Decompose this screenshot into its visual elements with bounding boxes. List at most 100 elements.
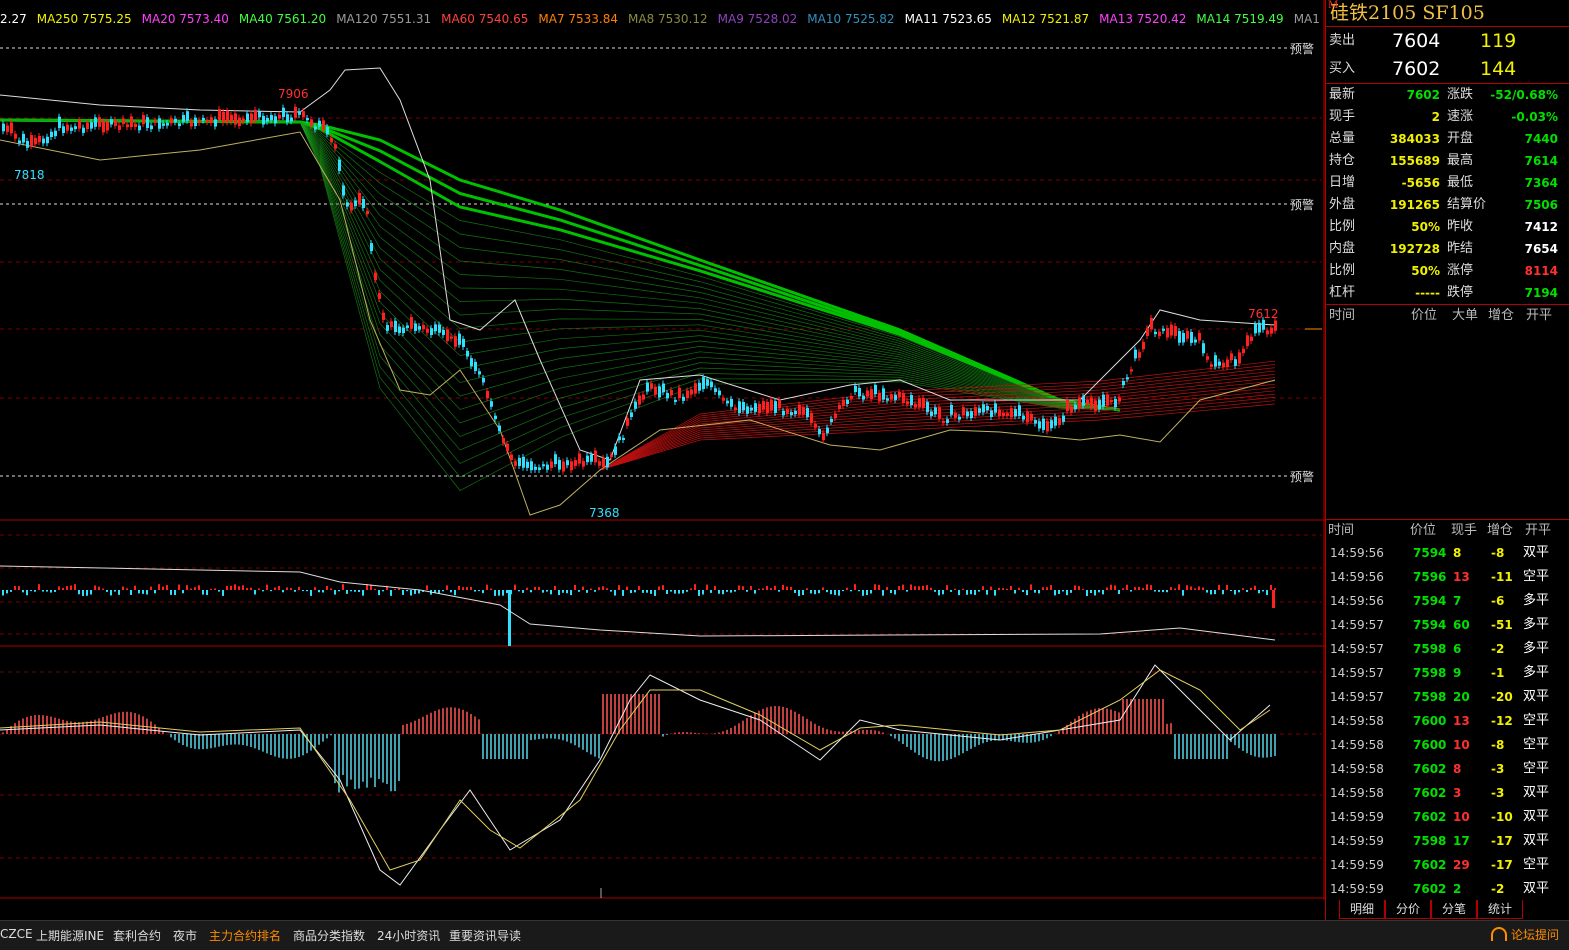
candle [970,411,973,418]
stat-right-7: 昨结7654 [1444,238,1562,260]
tick-open-close: 空平 [1523,709,1549,733]
candle [262,116,265,125]
tick-price: 7602 [1413,877,1446,901]
macd-bar [554,734,556,739]
volume-bar [770,588,772,590]
tick-row[interactable]: 14:59:5876028-3空平 [1325,757,1569,781]
candle [394,321,397,332]
candle [838,405,841,409]
candle [778,400,781,408]
macd-bar [770,706,772,734]
volume-bar [222,590,224,596]
tab-3[interactable]: 统计 [1477,900,1523,919]
tab-2[interactable]: 分笔 [1431,900,1477,919]
tick-price: 7602 [1413,757,1446,781]
macd-bar [674,733,676,734]
volume-bar [542,590,544,593]
volume-bar [1154,590,1156,591]
volume-bar [1274,588,1276,590]
macd-bar [1186,734,1188,759]
nav-item-5[interactable]: 商品分类指数 [293,927,365,944]
volume-bar [806,588,808,590]
macd-bar [1150,699,1152,734]
bid-row[interactable]: 买入 7602 144 [1326,55,1569,84]
nav-item-2[interactable]: 套利合约 [113,927,161,944]
tick-row[interactable]: 14:59:5675948-8双平 [1325,541,1569,565]
candle [726,401,729,404]
macd-bar [778,706,780,734]
candle [1202,343,1205,353]
nav-item-3[interactable]: 夜市 [173,927,197,944]
forum-ask-button[interactable]: 论坛提问 [1491,926,1559,943]
macd-bar [1086,711,1088,734]
tick-row[interactable]: 14:59:57759460-51多平 [1325,613,1569,637]
macd-bar [718,732,720,734]
tick-price: 7600 [1413,733,1446,757]
tick-open-close: 双平 [1523,877,1549,901]
macd-bar [666,734,668,735]
volume-bar [302,590,304,591]
nav-item-6[interactable]: 24小时资讯 [377,927,440,944]
ask-row[interactable]: 卖出 7604 119 [1326,27,1569,55]
macd-bar [806,719,808,734]
candle [270,115,273,120]
candle [634,402,637,409]
candle [1162,329,1165,331]
candle [774,401,777,413]
tick-price: 7598 [1413,661,1446,685]
macd-bar [890,734,892,736]
tick-row[interactable]: 14:59:59760210-10双平 [1325,805,1569,829]
tick-row[interactable]: 14:59:5775986-2多平 [1325,637,1569,661]
stat-right-1: 速涨-0.03% [1444,106,1562,128]
candle [454,336,457,346]
nav-item-1[interactable]: 上期能源INE [36,927,104,944]
volume-bar [1022,590,1024,592]
tick-list[interactable]: 14:59:5675948-8双平14:59:56759613-11空平14:5… [1325,541,1569,901]
candle [266,118,269,122]
nav-item-7[interactable]: 重要资讯导读 [449,927,521,944]
volume-bar [266,585,268,590]
candle [638,395,641,404]
candle [682,397,685,401]
candle [446,330,449,342]
macd-bar [942,734,944,761]
tick-row[interactable]: 14:59:59759817-17双平 [1325,829,1569,853]
macd-bar [654,694,656,734]
tick-row[interactable]: 14:59:58760013-12空平 [1325,709,1569,733]
candle [74,126,77,129]
macd-bar [154,724,156,734]
tick-row[interactable]: 14:59:56759613-11空平 [1325,565,1569,589]
candle [430,328,433,335]
macd-bar [318,734,320,745]
candle [390,321,393,327]
tab-1[interactable]: 分价 [1385,900,1431,919]
price-chart[interactable]: 预警预警预警79067818736876122021/01/18 [0,0,1325,900]
candle [570,461,573,470]
candle [930,411,933,416]
tick-open-close: 多平 [1523,661,1549,685]
nav-item-4[interactable]: 主力合约排名 [209,927,281,944]
volume-bar [90,590,92,595]
volume-bar [310,590,312,596]
tick-row[interactable]: 14:59:5976022-2双平 [1325,877,1569,901]
tick-oi-change: -12 [1491,709,1513,733]
volume-bar [1126,585,1128,590]
tab-0[interactable]: 明细 [1339,900,1385,919]
tick-row[interactable]: 14:59:5876023-3双平 [1325,781,1569,805]
tick-row[interactable]: 14:59:5775989-1多平 [1325,661,1569,685]
candle [218,109,221,120]
tick-row[interactable]: 14:59:57759820-20双平 [1325,685,1569,709]
tick-row[interactable]: 14:59:59760229-17空平 [1325,853,1569,877]
macd-bar [446,708,448,734]
volume-bar [826,590,828,592]
candle [1090,397,1093,407]
kline-chart-area[interactable]: 2.27MA250 7575.25MA20 7573.40MA40 7561.2… [0,0,1325,900]
tick-row[interactable]: 14:59:5675947-6多平 [1325,589,1569,613]
nav-item-0[interactable]: CZCE [0,927,33,941]
tick-row[interactable]: 14:59:58760010-8空平 [1325,733,1569,757]
stat-left-5: 外盘191265 [1326,194,1444,216]
candle [30,135,33,146]
volume-bar [314,587,316,590]
volume-bar [334,590,336,595]
volume-bar [766,586,768,590]
